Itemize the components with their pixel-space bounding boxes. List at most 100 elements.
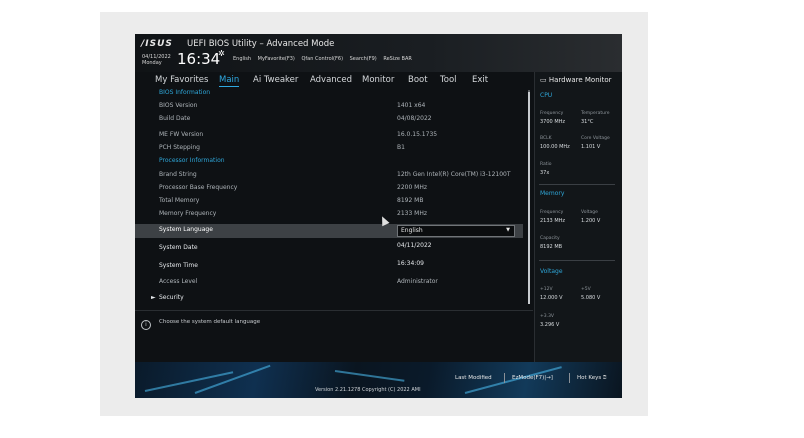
expand-arrow-icon: ► [151,294,156,301]
myfavorite-button[interactable]: MyFavorite(F3) [258,56,295,62]
tab-boot[interactable]: Boot [408,75,428,85]
row-value: 2133 MHz [397,210,428,217]
qfan-button[interactable]: Qfan Control(F6) [301,56,343,62]
cpu-frequency-value: 3700 MHz [540,119,566,125]
bios-info-section: BIOS Information [135,88,523,100]
memory-header: Memory [540,190,565,197]
brand-row: Brand String 12th Gen Intel(R) Core(TM) … [135,170,523,182]
row-value: 1401 x64 [397,102,426,109]
row-label: System Language [159,226,213,233]
memory-frequency-row: Memory Frequency 2133 MHz [135,209,523,221]
date-display: 04/11/2022 Monday [142,54,171,66]
row-label: Total Memory [159,197,200,204]
help-icon: ⍰ [603,375,607,381]
access-level-row: Access Level Administrator [135,277,523,289]
footer-separator [504,373,505,383]
row-label: Build Date [159,115,191,122]
tab-tool[interactable]: Tool [440,75,457,85]
tab-exit[interactable]: Exit [472,75,488,85]
row-label: PCH Stepping [159,144,200,151]
toolbar: English MyFavorite(F3) Qfan Control(F6) … [233,56,417,62]
divider [539,260,615,261]
ezmode-button[interactable]: EzMode(F7)|→] [512,375,553,381]
build-date-row: Build Date 04/08/2022 [135,114,523,126]
row-label: BIOS Version [159,102,198,109]
tab-monitor[interactable]: Monitor [362,75,394,85]
row-value: 04/08/2022 [397,115,432,122]
system-date-row[interactable]: System Date 04/11/2022 [135,242,523,256]
hot-keys-button[interactable]: Hot Keys ⍰ [577,375,606,382]
core-voltage-value: 1.101 V [581,144,601,150]
monitor-icon: ▭ [540,76,549,84]
row-label: System Date [159,244,198,251]
capacity-label: Capacity [540,236,560,241]
memory-voltage-label: Voltage [581,210,598,215]
language-dropdown[interactable]: English ▼ [397,225,515,237]
footer-separator [569,373,570,383]
core-voltage-label: Core Voltage [581,136,610,141]
cpu-header: CPU [540,92,553,99]
row-label: Brand String [159,171,197,178]
hardware-monitor-panel: ▭ Hardware Monitor CPU Frequency Tempera… [534,72,622,362]
v33-label: +3.3V [540,314,555,319]
row-value: 16.0.15.1735 [397,131,438,138]
help-bar: i Choose the system default language [135,310,533,337]
hot-keys-label: Hot Keys [577,375,602,381]
total-memory-row: Total Memory 8192 MB [135,196,523,208]
language-button[interactable]: English [233,56,251,62]
section-header: BIOS Information [159,89,211,96]
scrollbar-thumb[interactable] [528,92,530,304]
ratio-value: 37x [540,170,550,176]
header-bar: /ISUS UEFI BIOS Utility – Advanced Mode … [135,34,622,72]
row-label: Memory Frequency [159,210,217,217]
memory-frequency-label: Frequency [540,210,564,215]
processor-info-section: Processor Information [135,156,523,168]
row-label: Security [159,294,184,301]
asus-logo: /ISUS [141,39,173,49]
version-text: Version 2.21.1278 Copyright (C) 2022 AMI [315,387,421,393]
v12-value: 12.000 V [540,295,563,301]
memory-voltage-value: 1.200 V [581,218,601,224]
last-modified-button[interactable]: Last Modified [455,375,492,381]
system-time-value[interactable]: 16:34:09 [397,260,424,267]
main-menu: My Favorites Main Ai Tweaker Advanced Mo… [135,72,535,88]
tab-my-favorites[interactable]: My Favorites [155,75,208,85]
tab-ai-tweaker[interactable]: Ai Tweaker [253,75,298,85]
security-row[interactable]: ► Security [135,293,523,305]
gear-icon[interactable]: ✲ [218,49,225,58]
day-text: Monday [142,60,162,66]
row-label: ME FW Version [159,131,204,138]
v33-value: 3.296 V [540,322,560,328]
me-fw-row: ME FW Version 16.0.15.1735 [135,130,523,142]
v5-label: +5V [581,287,591,292]
cpu-temperature-label: Temperature [581,111,610,116]
memory-frequency-value: 2133 MHz [540,218,566,224]
dropdown-arrow-icon: ▼ [506,227,510,233]
tab-main[interactable]: Main [219,75,240,87]
search-button[interactable]: Search(F9) [350,56,377,62]
voltage-header: Voltage [540,268,563,275]
hardware-monitor-label: Hardware Monitor [548,76,612,84]
capacity-value: 8192 MB [540,244,563,250]
row-value: 2200 MHz [397,184,428,191]
cpu-temperature-value: 31°C [581,119,594,125]
ratio-label: Ratio [540,162,552,167]
v12-label: +12V [540,287,553,292]
help-text: Choose the system default language [159,319,261,325]
v5-value: 5.080 V [581,295,601,301]
system-time-row[interactable]: System Time 16:34:09 [135,260,523,274]
bios-screen: /ISUS UEFI BIOS Utility – Advanced Mode … [135,34,622,398]
tab-advanced[interactable]: Advanced [310,75,352,85]
divider [539,184,615,185]
row-label: Access Level [159,278,198,285]
bios-version-row: BIOS Version 1401 x64 [135,101,523,113]
row-label: System Time [159,262,198,269]
system-date-value[interactable]: 04/11/2022 [397,242,432,249]
resize-bar-button[interactable]: ReSize BAR [383,56,412,62]
pch-row: PCH Stepping B1 [135,143,523,155]
system-language-row[interactable]: System Language English ▼ [135,224,523,238]
bclk-label: BCLK [540,136,552,141]
row-value: Administrator [397,278,438,285]
dropdown-value: English [401,227,423,234]
row-value: 8192 MB [397,197,424,204]
